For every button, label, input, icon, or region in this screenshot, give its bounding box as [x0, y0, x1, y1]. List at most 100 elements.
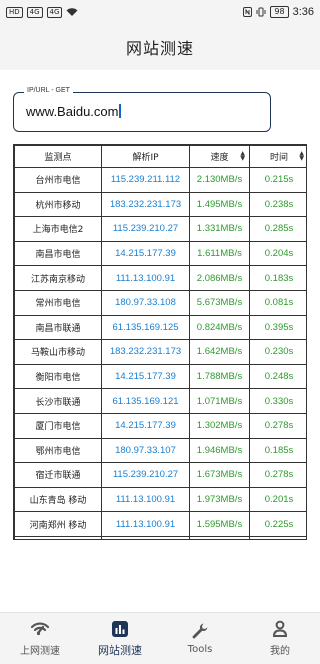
clock: 3:36 — [292, 6, 314, 18]
table-row[interactable]: 常州市电信 180.97.33.108 5.673MB/s 0.081s — [14, 289, 306, 316]
cell-time: 0.232s — [249, 535, 306, 539]
cell-time: 0.215s — [249, 167, 306, 193]
table-row[interactable]: 上海市电信2 115.239.210.27 1.331MB/s 0.285s — [14, 216, 306, 242]
results-table[interactable]: 监测点 解析IP 速度 ▲ ▼ 时间 ▲ ▼ 台州市电信 115.239.211.112 2… — [13, 144, 307, 540]
cell-speed: 1.302MB/s — [189, 412, 250, 439]
wifi-icon — [66, 8, 78, 16]
header-time[interactable]: 时间 ▲ ▼ — [249, 145, 306, 168]
cell-speed: 1.673MB/s — [189, 462, 250, 488]
url-input-field[interactable]: IP/URL - GET www.Baidu.com — [13, 87, 271, 132]
status-bar: HD 4G 4G 98 3:36 — [0, 0, 320, 24]
status-right: 98 3:36 — [243, 6, 314, 18]
cell-speed: 1.611MB/s — [189, 240, 250, 267]
cell-site: 常州市电信 — [14, 289, 102, 316]
cell-site: 上海市电信2 — [14, 216, 102, 242]
cell-site: 鄂州市电信 — [14, 437, 102, 464]
cell-speed: 5.673MB/s — [189, 289, 250, 316]
table-row[interactable]: 南昌市电信 14.215.177.39 1.611MB/s 0.204s — [14, 240, 306, 267]
cell-time: 0.395s — [249, 314, 306, 341]
cell-time: 0.248s — [249, 363, 306, 390]
cell-ip: 14.215.177.39 — [101, 412, 190, 439]
cell-site: 马鞍山市移动 — [14, 339, 102, 365]
table-row[interactable]: 台州市电信 115.239.211.112 2.130MB/s 0.215s — [14, 167, 306, 193]
table-row[interactable]: 宿迁市联通 115.239.210.27 1.673MB/s 0.278s — [14, 462, 306, 488]
cell-speed: 1.973MB/s — [189, 486, 250, 513]
table-row[interactable]: 厦门市电信 14.215.177.39 1.302MB/s 0.278s — [14, 412, 306, 439]
cell-site: 南昌市联通 — [14, 314, 102, 341]
cell-site: 衡阳市电信 — [14, 363, 102, 390]
cell-time: 0.081s — [249, 289, 306, 316]
cell-time: 0.238s — [249, 191, 306, 218]
nav-item-net-speed[interactable]: 上网测速 — [0, 613, 80, 664]
status-left: HD 4G 4G — [6, 6, 78, 18]
cell-speed: 0.824MB/s — [189, 314, 250, 341]
nav-item-site-speed[interactable]: 网站测速 — [80, 613, 160, 664]
table-row[interactable]: 河南郑州 移动 111.13.100.91 1.595MB/s 0.225s — [14, 511, 306, 537]
cell-ip: 14.215.177.39 — [101, 240, 190, 267]
cell-site: 南昌市电信 — [14, 240, 102, 267]
cell-site: 山东青岛 移动 — [14, 486, 102, 513]
table-row[interactable]: 山东青岛 移动 111.13.100.91 1.973MB/s 0.201s — [14, 486, 306, 513]
table-header-row: 监测点 解析IP 速度 ▲ ▼ 时间 ▲ ▼ — [14, 145, 306, 168]
nav-item-tools[interactable]: Tools — [160, 613, 240, 664]
sort-arrows-icon[interactable]: ▲ ▼ — [240, 151, 245, 162]
cell-time: 0.185s — [249, 437, 306, 464]
sort-arrows-icon[interactable]: ▲ ▼ — [299, 151, 304, 162]
nav-label: Tools — [187, 644, 213, 655]
header-speed[interactable]: 速度 ▲ ▼ — [189, 145, 250, 168]
table-row[interactable]: 济南市电信115.239.211.1121.778MB/s0.232s — [14, 535, 306, 539]
table-row[interactable]: 马鞍山市移动 183.232.231.173 1.642MB/s 0.230s — [14, 339, 306, 365]
nav-label: 上网测速 — [20, 646, 60, 657]
nav-label: 网站测速 — [98, 643, 142, 657]
bar-chart-icon — [110, 620, 130, 638]
table-row[interactable]: 南昌市联通 61.135.169.125 0.824MB/s 0.395s — [14, 314, 306, 341]
url-input-value[interactable]: www.Baidu.com — [26, 104, 121, 119]
table-row[interactable]: 长沙市联通 61.135.169.121 1.071MB/s 0.330s — [14, 388, 306, 414]
cell-speed: 1.642MB/s — [189, 339, 250, 365]
cell-time: 0.278s — [249, 462, 306, 488]
cell-time: 0.278s — [249, 412, 306, 439]
nav-item-profile[interactable]: 我的 — [240, 613, 320, 664]
cell-speed: 2.130MB/s — [189, 167, 250, 193]
page-title: 网站测速 — [125, 39, 194, 58]
cell-ip: 61.135.169.121 — [101, 388, 190, 414]
cell-ip: 180.97.33.107 — [101, 437, 190, 464]
url-input-label: IP/URL - GET — [24, 87, 73, 94]
table-row[interactable]: 鄂州市电信 180.97.33.107 1.946MB/s 0.185s — [14, 437, 306, 464]
cell-ip: 61.135.169.125 — [101, 314, 190, 341]
cell-ip: 111.13.100.91 — [101, 486, 190, 513]
person-icon — [270, 620, 290, 638]
cell-speed: 2.086MB/s — [189, 265, 250, 291]
cell-ip: 14.215.177.39 — [101, 363, 190, 390]
cell-speed: 1.071MB/s — [189, 388, 250, 414]
wrench-icon — [190, 622, 210, 640]
header-ip: 解析IP — [101, 145, 190, 168]
signal-indicator-2: 4G — [46, 6, 63, 18]
cell-site: 济南市电信 — [14, 535, 102, 539]
header-site: 监测点 — [14, 145, 102, 168]
nav-label: 我的 — [270, 646, 290, 657]
cell-time: 0.230s — [249, 339, 306, 365]
battery-indicator: 98 — [270, 6, 289, 18]
cell-speed: 1.778MB/s — [189, 535, 250, 539]
bottom-navigation: 上网测速 网站测速 Tools 我的 — [0, 612, 320, 664]
cell-speed: 1.495MB/s — [189, 191, 250, 218]
cell-time: 0.201s — [249, 486, 306, 513]
vibrate-icon — [256, 7, 266, 17]
cell-ip: 115.239.210.27 — [101, 216, 190, 242]
hd-indicator: HD — [6, 6, 23, 18]
cell-time: 0.285s — [249, 216, 306, 242]
cell-site: 宿迁市联通 — [14, 462, 102, 488]
table-row[interactable]: 江苏南京移动 111.13.100.91 2.086MB/s 0.183s — [14, 265, 306, 291]
app-bar: 网站测速 — [0, 24, 320, 70]
table-body: 台州市电信 115.239.211.112 2.130MB/s 0.215s 杭州市移动… — [14, 167, 306, 539]
cell-site: 台州市电信 — [14, 167, 102, 193]
table-row[interactable]: 杭州市移动 183.232.231.173 1.495MB/s 0.238s — [14, 191, 306, 218]
cell-ip: 115.239.211.112 — [101, 535, 190, 539]
cell-time: 0.204s — [249, 240, 306, 267]
nfc-icon — [243, 7, 253, 17]
cell-site: 长沙市联通 — [14, 388, 102, 414]
cell-site: 厦门市电信 — [14, 412, 102, 439]
table-row[interactable]: 衡阳市电信 14.215.177.39 1.788MB/s 0.248s — [14, 363, 306, 390]
cell-speed: 1.788MB/s — [189, 363, 250, 390]
